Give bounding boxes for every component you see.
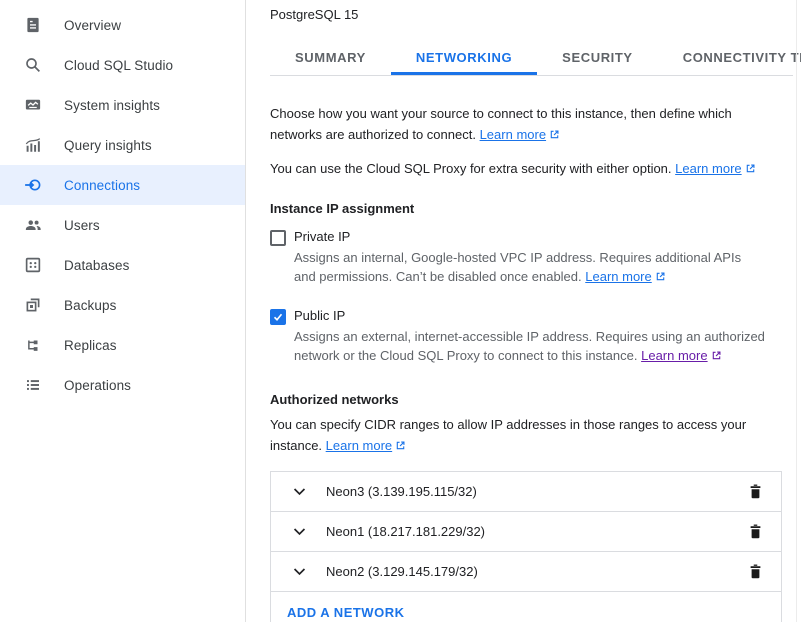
databases-icon <box>24 256 42 274</box>
learn-more-link[interactable]: Learn more <box>585 269 651 284</box>
sidebar-item-databases[interactable]: Databases <box>0 245 245 285</box>
public-ip-description: Assigns an external, internet-accessible… <box>294 327 793 365</box>
sidebar-item-label: Users <box>64 218 100 233</box>
learn-more-link[interactable]: Learn more <box>641 348 707 363</box>
backups-icon <box>24 296 42 314</box>
sidebar-item-label: Query insights <box>64 138 152 153</box>
learn-more-link[interactable]: Learn more <box>326 438 392 453</box>
authorized-networks-heading: Authorized networks <box>270 392 793 407</box>
sidebar-item-label: Databases <box>64 258 129 273</box>
expand-network-button[interactable] <box>287 560 311 584</box>
main-panel: PostgreSQL 15 SUMMARY NETWORKING SECURIT… <box>247 0 801 622</box>
sidebar-item-connections[interactable]: Connections <box>0 165 245 205</box>
checkmark-icon <box>272 310 284 324</box>
replicas-icon <box>24 336 42 354</box>
sidebar-item-label: Operations <box>64 378 131 393</box>
description-text: Assigns an internal, Google-hosted VPC I… <box>294 250 741 284</box>
sidebar-item-operations[interactable]: Operations <box>0 365 245 405</box>
private-ip-checkbox[interactable] <box>270 230 286 246</box>
sidebar-item-label: Cloud SQL Studio <box>64 58 173 73</box>
sidebar-item-backups[interactable]: Backups <box>0 285 245 325</box>
private-ip-description: Assigns an internal, Google-hosted VPC I… <box>294 248 762 286</box>
public-ip-label[interactable]: Public IP <box>294 308 793 323</box>
private-ip-option: Private IP Assigns an internal, Google-h… <box>270 229 793 286</box>
chevron-down-icon <box>291 523 308 540</box>
tab-bar: SUMMARY NETWORKING SECURITY CONNECTIVITY… <box>270 43 793 76</box>
sidebar-item-query-insights[interactable]: Query insights <box>0 125 245 165</box>
sidebar-item-label: Backups <box>64 298 116 313</box>
overview-icon <box>24 16 42 34</box>
external-link-icon <box>395 440 406 451</box>
expand-network-button[interactable] <box>287 520 311 544</box>
sidebar-item-label: Overview <box>64 18 121 33</box>
private-ip-label[interactable]: Private IP <box>294 229 762 244</box>
sidebar-item-label: Replicas <box>64 338 117 353</box>
network-name: Neon3 (3.139.195.115/32) <box>326 484 477 499</box>
tab-networking[interactable]: NETWORKING <box>391 43 537 75</box>
query-insights-icon <box>24 136 42 154</box>
learn-more-link[interactable]: Learn more <box>480 127 546 142</box>
expand-network-button[interactable] <box>287 480 311 504</box>
tab-security[interactable]: SECURITY <box>537 43 658 75</box>
operations-icon <box>24 376 42 394</box>
sidebar: Overview Cloud SQL Studio System insight… <box>0 0 246 622</box>
proxy-intro-text: You can use the Cloud SQL Proxy for extr… <box>270 158 793 179</box>
intro-text: You can use the Cloud SQL Proxy for extr… <box>270 161 672 176</box>
users-icon <box>24 216 42 234</box>
sidebar-item-overview[interactable]: Overview <box>0 5 245 45</box>
public-ip-checkbox[interactable] <box>270 309 286 325</box>
delete-network-button[interactable] <box>743 520 767 544</box>
scrollbar-track-edge <box>796 0 797 622</box>
chevron-down-icon <box>291 563 308 580</box>
connections-icon <box>24 176 42 194</box>
sidebar-item-label: System insights <box>64 98 160 113</box>
add-network-button[interactable]: ADD A NETWORK <box>287 605 404 620</box>
delete-network-button[interactable] <box>743 560 767 584</box>
search-icon <box>24 56 42 74</box>
authorized-networks-description: You can specify CIDR ranges to allow IP … <box>270 414 767 456</box>
tab-summary[interactable]: SUMMARY <box>270 43 391 75</box>
instance-version-label: PostgreSQL 15 <box>270 7 793 22</box>
tab-connectivity-tests[interactable]: CONNECTIVITY TESTS <box>658 43 801 75</box>
external-link-icon <box>745 163 756 174</box>
sidebar-item-users[interactable]: Users <box>0 205 245 245</box>
network-name: Neon1 (18.217.181.229/32) <box>326 524 485 539</box>
networking-intro-text: Choose how you want your source to conne… <box>270 103 768 145</box>
authorized-networks-list: Neon3 (3.139.195.115/32) Neon1 (18.217.1… <box>270 471 782 622</box>
instance-ip-assignment-heading: Instance IP assignment <box>270 201 793 216</box>
trash-icon <box>747 523 764 540</box>
sidebar-item-label: Connections <box>64 178 140 193</box>
sidebar-item-replicas[interactable]: Replicas <box>0 325 245 365</box>
trash-icon <box>747 483 764 500</box>
network-row: Neon2 (3.129.145.179/32) <box>271 552 781 592</box>
public-ip-option: Public IP Assigns an external, internet-… <box>270 308 793 365</box>
network-name: Neon2 (3.129.145.179/32) <box>326 564 478 579</box>
network-row: Neon1 (18.217.181.229/32) <box>271 512 781 552</box>
chevron-down-icon <box>291 483 308 500</box>
delete-network-button[interactable] <box>743 480 767 504</box>
sidebar-item-cloud-sql-studio[interactable]: Cloud SQL Studio <box>0 45 245 85</box>
external-link-icon <box>655 271 666 282</box>
learn-more-link[interactable]: Learn more <box>675 161 741 176</box>
system-insights-icon <box>24 96 42 114</box>
external-link-icon <box>711 350 722 361</box>
sidebar-item-system-insights[interactable]: System insights <box>0 85 245 125</box>
network-row: Neon3 (3.139.195.115/32) <box>271 472 781 512</box>
external-link-icon <box>549 129 560 140</box>
add-network-row: ADD A NETWORK <box>271 592 781 622</box>
trash-icon <box>747 563 764 580</box>
